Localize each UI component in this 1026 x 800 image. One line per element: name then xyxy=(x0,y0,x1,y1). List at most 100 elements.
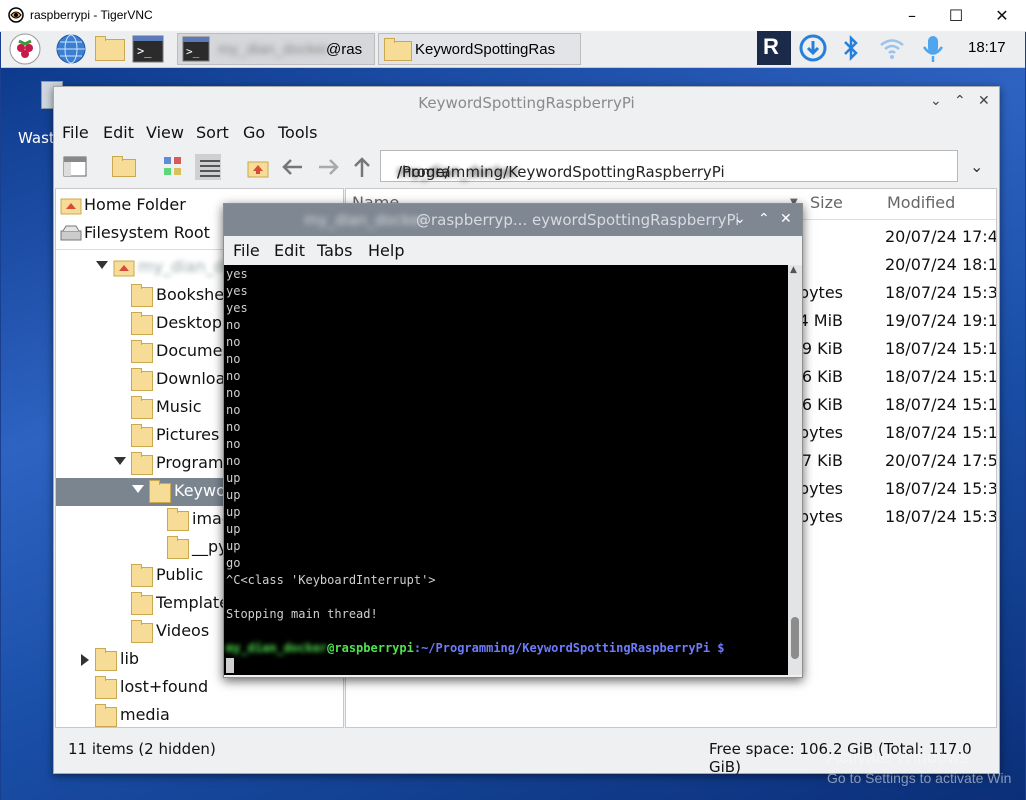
terminal-line: yes xyxy=(226,301,248,315)
documents-folder-icon xyxy=(131,340,153,363)
menu-file[interactable]: File xyxy=(62,123,89,142)
terminal-scroll-thumb[interactable] xyxy=(791,617,799,659)
list-view-icon[interactable] xyxy=(195,154,221,180)
terminal-title-user: my_dian_docker xyxy=(304,211,426,229)
terminal-menu-help[interactable]: Help xyxy=(368,241,404,260)
sidebar-item-label: Home Folder xyxy=(84,195,186,214)
file-modified: 18/07/24 15:32 xyxy=(885,479,997,498)
terminal-scrollbar[interactable]: ▲ xyxy=(788,265,802,675)
close-button[interactable]: ✕ xyxy=(978,93,990,109)
terminal-launcher-icon[interactable]: >_ xyxy=(132,33,164,65)
terminal-minimize-button[interactable]: ⌄ xyxy=(734,211,746,227)
folder-icon xyxy=(167,536,189,559)
folder-icon xyxy=(131,284,153,307)
activate-windows-subtitle: Go to Settings to activate Win xyxy=(827,770,1012,786)
maximize-button[interactable]: ⌃ xyxy=(954,93,966,109)
collapse-arrow-icon[interactable] xyxy=(81,654,89,666)
file-modified: 19/07/24 19:11 xyxy=(885,311,997,330)
expand-arrow-icon[interactable] xyxy=(96,261,108,269)
menu-go[interactable]: Go xyxy=(243,123,265,142)
menu-sort[interactable]: Sort xyxy=(196,123,229,142)
activate-windows-title: Activate Windows xyxy=(827,747,970,767)
microphone-icon[interactable] xyxy=(921,34,945,64)
file-manager-icon[interactable] xyxy=(95,36,125,61)
terminal-titlebar[interactable]: my_dian_docker @raspberryp... eywordSpot… xyxy=(224,204,802,236)
home-icon[interactable] xyxy=(245,154,271,180)
tree-item-label: lost+found xyxy=(120,677,209,696)
tree-item-lost-found[interactable]: lost+found xyxy=(56,674,343,702)
terminal-line: Stopping main thread! xyxy=(226,607,378,621)
scroll-up-icon[interactable]: ▲ xyxy=(790,265,797,275)
raspberry-menu-icon[interactable] xyxy=(9,33,41,65)
terminal-cursor xyxy=(226,658,234,673)
file-modified: 20/07/24 17:50 xyxy=(885,451,997,470)
terminal-line: ^C<class 'KeyboardInterrupt'> xyxy=(226,573,436,587)
minimize-button[interactable]: ⌄ xyxy=(930,93,942,109)
file-modified: 18/07/24 15:16 xyxy=(885,339,997,358)
icon-view-icon[interactable] xyxy=(160,154,186,180)
wifi-icon[interactable] xyxy=(879,36,905,60)
terminal-close-button[interactable]: ✕ xyxy=(780,211,792,227)
terminal-line: no xyxy=(226,335,241,349)
back-arrow-icon[interactable] xyxy=(280,154,306,180)
up-arrow-icon[interactable] xyxy=(349,154,375,180)
folder-icon xyxy=(167,508,189,531)
clock: 18:17 xyxy=(968,39,1006,56)
download-updates-icon[interactable] xyxy=(799,34,827,62)
music-folder-icon xyxy=(131,396,153,419)
path-history-chevron-icon[interactable]: ⌄ xyxy=(970,157,983,176)
vnc-maximize-button[interactable]: ☐ xyxy=(934,4,978,28)
folder-icon xyxy=(384,38,412,61)
tree-item-media[interactable]: media xyxy=(56,702,343,727)
taskbar-terminal-task[interactable]: >_ my_dian_docker @ras xyxy=(177,33,375,65)
path-suffix: /Programming/KeywordSpottingRaspberryPi xyxy=(397,163,725,181)
videos-folder-icon xyxy=(131,620,153,643)
terminal-maximize-button[interactable]: ⌃ xyxy=(758,211,770,227)
new-window-icon[interactable] xyxy=(62,154,88,180)
public-folder-icon xyxy=(131,564,153,587)
terminal-line: no xyxy=(226,369,241,383)
forward-arrow-icon[interactable] xyxy=(315,154,341,180)
menu-view[interactable]: View xyxy=(146,123,184,142)
realvnc-tray-icon[interactable]: R xyxy=(757,31,791,65)
terminal-menu-tabs[interactable]: Tabs xyxy=(317,241,352,260)
folder-icon xyxy=(95,704,117,727)
tree-item-label: Pictures xyxy=(156,425,220,444)
expand-arrow-icon[interactable] xyxy=(132,485,144,493)
terminal-menubar: File Edit Tabs Help xyxy=(224,236,802,265)
terminal-line: no xyxy=(226,386,241,400)
folder-icon xyxy=(149,480,171,503)
terminal-line: go xyxy=(226,556,241,570)
tree-item-label: media xyxy=(120,705,170,724)
terminal-line: no xyxy=(226,454,241,468)
sidebar-item-label: Filesystem Root xyxy=(84,223,210,242)
terminal-menu-file[interactable]: File xyxy=(233,241,260,260)
file-modified: 20/07/24 17:48 xyxy=(885,227,997,246)
terminal-prompt: my_dian_docker@raspberrypi:~/Programming… xyxy=(226,640,725,657)
file-modified: 18/07/24 15:37 xyxy=(885,507,997,526)
terminal-line: no xyxy=(226,437,241,451)
expand-arrow-icon[interactable] xyxy=(114,457,126,465)
taskbar-filemanager-task[interactable]: KeywordSpottingRas xyxy=(378,33,581,65)
file-modified: 18/07/24 15:33 xyxy=(885,283,997,302)
menu-tools[interactable]: Tools xyxy=(278,123,317,142)
column-header-modified[interactable]: Modified xyxy=(887,193,955,212)
menu-edit[interactable]: Edit xyxy=(103,123,134,142)
file-manager-titlebar[interactable]: KeywordSpottingRaspberryPi ⌄ ⌃ ✕ xyxy=(54,87,999,119)
terminal-menu-edit[interactable]: Edit xyxy=(274,241,305,260)
file-modified: 20/07/24 18:15 xyxy=(885,255,997,274)
path-input[interactable]: /home/my_dian_docker/Programming/Keyword… xyxy=(380,150,958,182)
bluetooth-icon[interactable] xyxy=(841,35,861,61)
new-folder-icon[interactable] xyxy=(112,156,136,177)
pictures-folder-icon xyxy=(131,424,153,447)
web-browser-icon[interactable] xyxy=(55,33,87,65)
column-header-size[interactable]: Size xyxy=(810,193,843,212)
file-modified: 18/07/24 15:16 xyxy=(885,367,997,386)
templates-folder-icon xyxy=(131,592,153,615)
vnc-close-button[interactable]: ✕ xyxy=(980,4,1024,28)
terminal-icon: >_ xyxy=(182,36,210,62)
terminal-output[interactable]: yes yes yes no no no no no no no no no up up up up up go ^… xyxy=(224,265,788,675)
prompt-user: my_dian_docker xyxy=(226,641,328,655)
vnc-minimize-button[interactable]: – xyxy=(890,4,934,28)
terminal-line: up xyxy=(226,505,241,519)
